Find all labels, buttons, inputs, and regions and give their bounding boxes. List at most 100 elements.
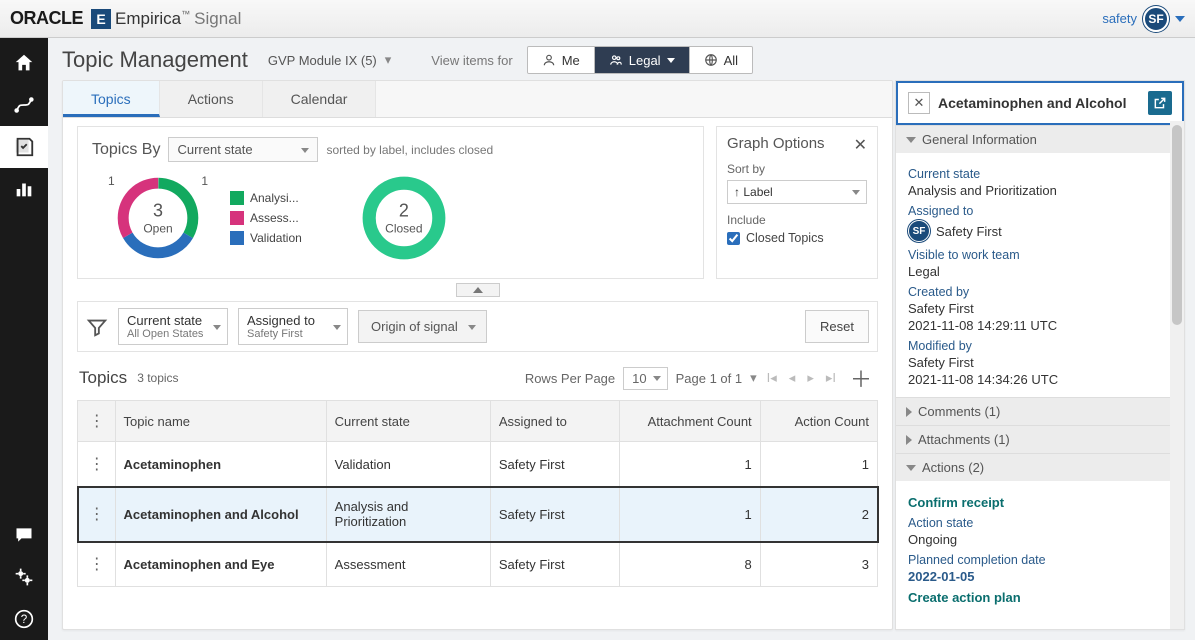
as-label: Assigned to	[908, 204, 1172, 218]
topics-by-chart: Topics By Current state sorted by label,…	[77, 126, 704, 279]
chevron-down-icon	[667, 58, 675, 63]
signal-label: Signal	[194, 9, 241, 29]
scope-legal[interactable]: Legal	[595, 47, 690, 73]
tab-topics[interactable]: Topics	[63, 81, 160, 117]
col-name[interactable]: Topic name	[115, 401, 326, 442]
cell-name: Acetaminophen and Alcohol	[115, 487, 326, 542]
row-menu-icon[interactable]: ⋮	[89, 556, 104, 573]
module-dropdown[interactable]: GVP Module IX (5) ▾	[262, 48, 397, 72]
action-pcd-label: Planned completion date	[908, 553, 1172, 567]
col-att[interactable]: Attachment Count	[619, 401, 760, 442]
page-title: Topic Management	[62, 47, 248, 73]
first-page-icon[interactable]: I◂	[765, 370, 779, 386]
origin-of-signal-dropdown[interactable]: Origin of signal	[358, 310, 487, 343]
acc-general-info[interactable]: General Information	[896, 125, 1184, 153]
open-in-new-icon[interactable]	[1148, 91, 1172, 115]
last-page-icon[interactable]: ▸I	[824, 370, 838, 386]
col-act[interactable]: Action Count	[760, 401, 877, 442]
col-assigned[interactable]: Assigned to	[490, 401, 619, 442]
cb-value: Safety First	[908, 301, 1172, 316]
collapse-button[interactable]	[456, 283, 500, 297]
cell-state: Analysis and Prioritization	[326, 487, 490, 542]
action-confirm-receipt[interactable]: Confirm receipt	[908, 495, 1172, 510]
tab-actions[interactable]: Actions	[160, 81, 263, 117]
nav-settings[interactable]	[0, 556, 48, 598]
rows-per-page-dropdown[interactable]: 10	[623, 367, 667, 390]
table-row[interactable]: ⋮ Acetaminophen and Alcohol Analysis and…	[78, 487, 878, 542]
col-state[interactable]: Current state	[326, 401, 490, 442]
filter-current-state[interactable]: Current stateAll Open States	[118, 308, 228, 345]
acc-actions[interactable]: Actions (2)	[896, 453, 1184, 481]
mb-label: Modified by	[908, 339, 1172, 353]
cs-value: Analysis and Prioritization	[908, 183, 1172, 198]
sort-note: sorted by label, includes closed	[326, 143, 493, 157]
cell-assigned: Safety First	[490, 542, 619, 587]
acc-attachments[interactable]: Attachments (1)	[896, 425, 1184, 453]
detail-panel: ✕ Acetaminophen and Alcohol General Info…	[895, 80, 1185, 630]
nav-feedback[interactable]	[0, 514, 48, 556]
page-info-chevron[interactable]: ▾	[750, 370, 757, 386]
cell-name: Acetaminophen and Eye	[115, 542, 326, 587]
avatar-icon: SF	[908, 220, 930, 242]
chevron-down-icon: ▾	[385, 52, 392, 68]
user-name: safety	[1102, 11, 1137, 26]
nav-home[interactable]	[0, 42, 48, 84]
reset-button[interactable]: Reset	[805, 310, 869, 343]
scrollbar[interactable]	[1170, 121, 1184, 629]
action-state-value: Ongoing	[908, 532, 1172, 547]
scope-me[interactable]: Me	[528, 47, 595, 73]
left-nav: ?	[0, 38, 48, 640]
open-left-count: 1	[108, 174, 115, 188]
close-icon[interactable]: ✕	[854, 135, 867, 155]
oracle-logo: ORACLE	[10, 8, 83, 29]
rows-per-page-label: Rows Per Page	[525, 371, 615, 386]
column-menu-icon[interactable]: ⋮	[89, 413, 104, 430]
graph-options: Graph Options✕ Sort by ↑ Label Include C…	[716, 126, 878, 279]
chevron-up-icon	[473, 287, 483, 293]
cell-name: Acetaminophen	[115, 442, 326, 487]
next-page-icon[interactable]: ▸	[805, 370, 816, 386]
avatar: SF	[1143, 6, 1169, 32]
sort-by-label: Sort by	[727, 162, 765, 176]
cb-date: 2021-11-08 14:29:11 UTC	[908, 318, 1172, 333]
cell-assigned: Safety First	[490, 442, 619, 487]
wt-label: Visible to work team	[908, 248, 1172, 262]
tab-calendar[interactable]: Calendar	[263, 81, 377, 117]
mb-value: Safety First	[908, 355, 1172, 370]
nav-signal[interactable]	[0, 84, 48, 126]
chart-title: Topics By	[92, 141, 160, 159]
nav-topics[interactable]	[0, 126, 48, 168]
scope-segment: Me Legal All	[527, 46, 753, 74]
top-bar: ORACLE E Empirica™ Signal safety SF	[0, 0, 1195, 38]
row-menu-icon[interactable]: ⋮	[89, 506, 104, 523]
acc-comments[interactable]: Comments (1)	[896, 397, 1184, 425]
filter-assigned-to[interactable]: Assigned toSafety First	[238, 308, 348, 345]
table-row[interactable]: ⋮ Acetaminophen Validation Safety First …	[78, 442, 878, 487]
nav-help[interactable]: ?	[0, 598, 48, 640]
filter-icon	[86, 316, 108, 338]
add-topic-button[interactable]: ＋	[846, 362, 876, 394]
include-label: Include	[727, 213, 766, 227]
cell-att: 8	[619, 542, 760, 587]
action-create-plan[interactable]: Create action plan	[908, 590, 1172, 605]
group-by-dropdown[interactable]: Current state	[168, 137, 318, 162]
prev-page-icon[interactable]: ◂	[787, 370, 798, 386]
cell-act: 3	[760, 542, 877, 587]
table-count: 3 topics	[137, 371, 178, 385]
close-panel-button[interactable]: ✕	[908, 92, 930, 114]
view-items-label: View items for	[431, 53, 512, 68]
user-menu[interactable]: safety SF	[1102, 6, 1185, 32]
chevron-down-icon	[1175, 16, 1185, 22]
nav-reports[interactable]	[0, 168, 48, 210]
scope-all[interactable]: All	[690, 47, 752, 73]
row-menu-icon[interactable]: ⋮	[89, 456, 104, 473]
cell-state: Assessment	[326, 542, 490, 587]
open-right-count: 1	[201, 174, 208, 188]
chart-legend: Analysi... Assess... Validation	[230, 191, 302, 245]
table-row[interactable]: ⋮ Acetaminophen and Eye Assessment Safet…	[78, 542, 878, 587]
sort-by-dropdown[interactable]: ↑ Label	[727, 180, 867, 204]
filter-bar: Current stateAll Open States Assigned to…	[77, 301, 878, 352]
page-info: Page 1 of 1	[676, 371, 743, 386]
closed-topics-checkbox[interactable]	[727, 232, 740, 245]
main-card: Topics Actions Calendar Topics By Curren…	[62, 80, 893, 630]
